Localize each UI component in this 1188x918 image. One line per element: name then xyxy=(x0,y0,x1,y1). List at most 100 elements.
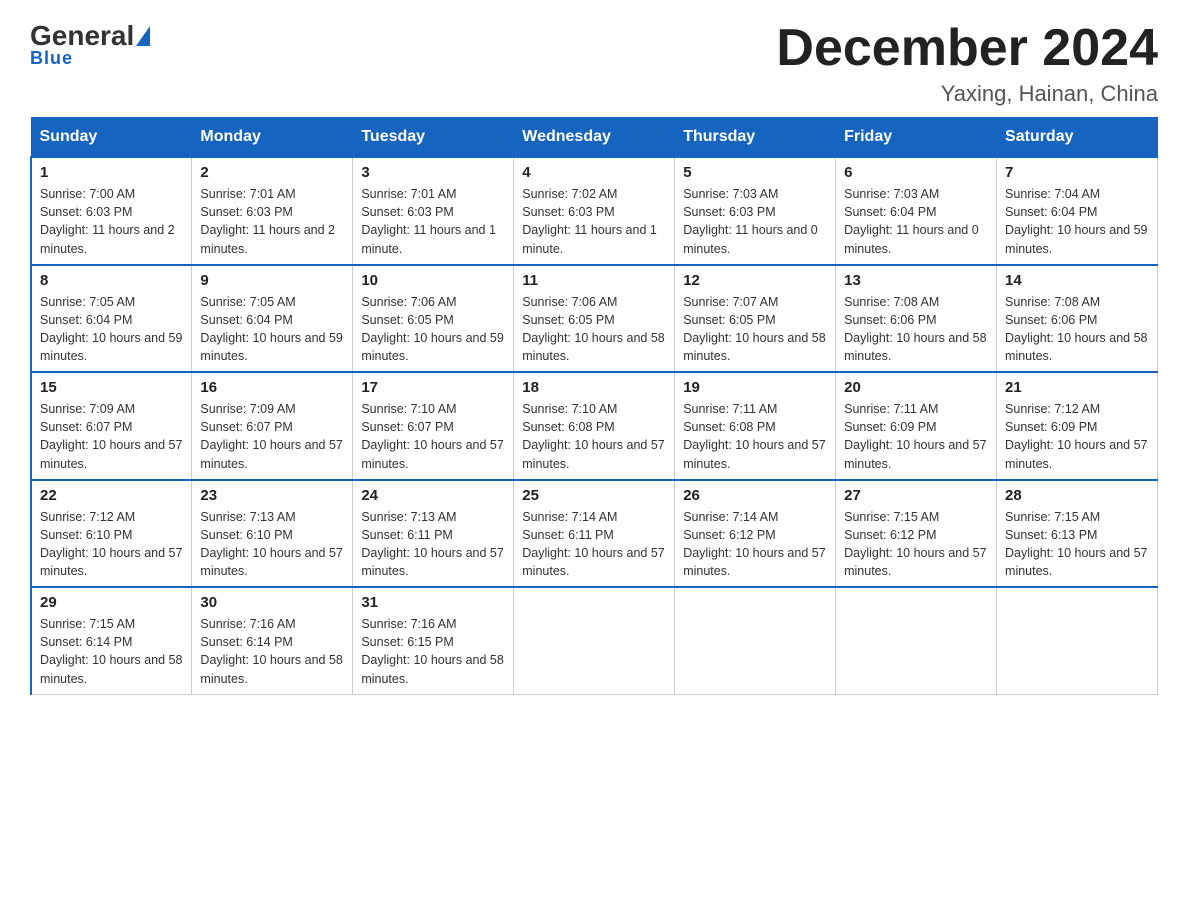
day-number: 28 xyxy=(1005,487,1149,504)
weekday-header-monday: Monday xyxy=(192,118,353,158)
day-info: Sunrise: 7:15 AMSunset: 6:12 PMDaylight:… xyxy=(844,508,988,581)
day-number: 20 xyxy=(844,379,988,396)
day-number: 17 xyxy=(361,379,505,396)
day-info: Sunrise: 7:02 AMSunset: 6:03 PMDaylight:… xyxy=(522,185,666,258)
calendar-cell xyxy=(514,587,675,694)
day-number: 14 xyxy=(1005,272,1149,289)
calendar-header: SundayMondayTuesdayWednesdayThursdayFrid… xyxy=(31,118,1158,158)
calendar-cell: 19Sunrise: 7:11 AMSunset: 6:08 PMDayligh… xyxy=(675,372,836,480)
calendar-cell: 20Sunrise: 7:11 AMSunset: 6:09 PMDayligh… xyxy=(836,372,997,480)
calendar-week-row: 22 Sunrise: 7:12 AMSunset: 6:10 PMDayligh… xyxy=(31,480,1158,588)
day-number: 5 xyxy=(683,164,827,181)
calendar-week-row: 8 Sunrise: 7:05 AMSunset: 6:04 PMDaylight… xyxy=(31,265,1158,373)
day-info: Sunrise: 7:10 AMSunset: 6:07 PMDaylight:… xyxy=(361,400,505,473)
calendar-cell: 16 Sunrise: 7:09 AMSunset: 6:07 PMDayligh… xyxy=(192,372,353,480)
weekday-header-saturday: Saturday xyxy=(997,118,1158,158)
calendar-cell: 24Sunrise: 7:13 AMSunset: 6:11 PMDayligh… xyxy=(353,480,514,588)
calendar-cell xyxy=(997,587,1158,694)
day-number: 30 xyxy=(200,594,344,611)
calendar-week-row: 29 Sunrise: 7:15 AMSunset: 6:14 PMDayligh… xyxy=(31,587,1158,694)
calendar-cell: 3 Sunrise: 7:01 AMSunset: 6:03 PMDaylight… xyxy=(353,157,514,265)
day-info: Sunrise: 7:06 AMSunset: 6:05 PMDaylight:… xyxy=(361,293,505,366)
day-number: 13 xyxy=(844,272,988,289)
day-number: 4 xyxy=(522,164,666,181)
day-info: Sunrise: 7:03 AMSunset: 6:03 PMDaylight:… xyxy=(683,185,827,258)
weekday-header-friday: Friday xyxy=(836,118,997,158)
calendar-cell: 12 Sunrise: 7:07 AMSunset: 6:05 PMDayligh… xyxy=(675,265,836,373)
location: Yaxing, Hainan, China xyxy=(776,81,1158,107)
day-number: 8 xyxy=(40,272,183,289)
weekday-header-wednesday: Wednesday xyxy=(514,118,675,158)
day-info: Sunrise: 7:12 AMSunset: 6:09 PMDaylight:… xyxy=(1005,400,1149,473)
calendar-cell: 27 Sunrise: 7:15 AMSunset: 6:12 PMDayligh… xyxy=(836,480,997,588)
weekday-header-sunday: Sunday xyxy=(31,118,192,158)
calendar-cell: 13 Sunrise: 7:08 AMSunset: 6:06 PMDayligh… xyxy=(836,265,997,373)
day-number: 10 xyxy=(361,272,505,289)
calendar-cell: 14 Sunrise: 7:08 AMSunset: 6:06 PMDayligh… xyxy=(997,265,1158,373)
calendar-cell: 30 Sunrise: 7:16 AMSunset: 6:14 PMDayligh… xyxy=(192,587,353,694)
calendar-table: SundayMondayTuesdayWednesdayThursdayFrid… xyxy=(30,117,1158,695)
day-number: 27 xyxy=(844,487,988,504)
day-number: 16 xyxy=(200,379,344,396)
day-number: 1 xyxy=(40,164,183,181)
day-info: Sunrise: 7:00 AMSunset: 6:03 PMDaylight:… xyxy=(40,185,183,258)
day-number: 6 xyxy=(844,164,988,181)
day-info: Sunrise: 7:12 AMSunset: 6:10 PMDaylight:… xyxy=(40,508,183,581)
calendar-cell: 11Sunrise: 7:06 AMSunset: 6:05 PMDayligh… xyxy=(514,265,675,373)
day-info: Sunrise: 7:05 AMSunset: 6:04 PMDaylight:… xyxy=(200,293,344,366)
calendar-cell: 4 Sunrise: 7:02 AMSunset: 6:03 PMDaylight… xyxy=(514,157,675,265)
title-block: December 2024 Yaxing, Hainan, China xyxy=(776,20,1158,107)
calendar-cell: 21 Sunrise: 7:12 AMSunset: 6:09 PMDayligh… xyxy=(997,372,1158,480)
day-number: 12 xyxy=(683,272,827,289)
day-number: 3 xyxy=(361,164,505,181)
day-number: 15 xyxy=(40,379,183,396)
day-info: Sunrise: 7:10 AMSunset: 6:08 PMDaylight:… xyxy=(522,400,666,473)
day-number: 31 xyxy=(361,594,505,611)
day-info: Sunrise: 7:16 AMSunset: 6:14 PMDaylight:… xyxy=(200,615,344,688)
logo: General Blue xyxy=(30,20,152,69)
day-info: Sunrise: 7:15 AMSunset: 6:14 PMDaylight:… xyxy=(40,615,183,688)
calendar-cell: 26 Sunrise: 7:14 AMSunset: 6:12 PMDayligh… xyxy=(675,480,836,588)
day-info: Sunrise: 7:08 AMSunset: 6:06 PMDaylight:… xyxy=(844,293,988,366)
calendar-week-row: 1 Sunrise: 7:00 AMSunset: 6:03 PMDaylight… xyxy=(31,157,1158,265)
day-number: 22 xyxy=(40,487,183,504)
page-header: General Blue December 2024 Yaxing, Haina… xyxy=(30,20,1158,107)
calendar-body: 1 Sunrise: 7:00 AMSunset: 6:03 PMDaylight… xyxy=(31,157,1158,694)
day-info: Sunrise: 7:09 AMSunset: 6:07 PMDaylight:… xyxy=(200,400,344,473)
day-number: 2 xyxy=(200,164,344,181)
day-info: Sunrise: 7:14 AMSunset: 6:12 PMDaylight:… xyxy=(683,508,827,581)
day-number: 29 xyxy=(40,594,183,611)
calendar-cell: 15 Sunrise: 7:09 AMSunset: 6:07 PMDayligh… xyxy=(31,372,192,480)
logo-triangle-icon xyxy=(136,26,150,46)
day-info: Sunrise: 7:13 AMSunset: 6:10 PMDaylight:… xyxy=(200,508,344,581)
day-number: 18 xyxy=(522,379,666,396)
calendar-cell: 7Sunrise: 7:04 AMSunset: 6:04 PMDaylight… xyxy=(997,157,1158,265)
day-number: 26 xyxy=(683,487,827,504)
day-info: Sunrise: 7:08 AMSunset: 6:06 PMDaylight:… xyxy=(1005,293,1149,366)
logo-blue: Blue xyxy=(30,48,73,69)
day-number: 7 xyxy=(1005,164,1149,181)
calendar-cell: 10 Sunrise: 7:06 AMSunset: 6:05 PMDayligh… xyxy=(353,265,514,373)
calendar-week-row: 15 Sunrise: 7:09 AMSunset: 6:07 PMDayligh… xyxy=(31,372,1158,480)
calendar-cell: 23 Sunrise: 7:13 AMSunset: 6:10 PMDayligh… xyxy=(192,480,353,588)
day-info: Sunrise: 7:05 AMSunset: 6:04 PMDaylight:… xyxy=(40,293,183,366)
day-info: Sunrise: 7:15 AMSunset: 6:13 PMDaylight:… xyxy=(1005,508,1149,581)
calendar-cell: 25Sunrise: 7:14 AMSunset: 6:11 PMDayligh… xyxy=(514,480,675,588)
calendar-cell: 8 Sunrise: 7:05 AMSunset: 6:04 PMDaylight… xyxy=(31,265,192,373)
day-info: Sunrise: 7:01 AMSunset: 6:03 PMDaylight:… xyxy=(361,185,505,258)
calendar-cell: 18 Sunrise: 7:10 AMSunset: 6:08 PMDayligh… xyxy=(514,372,675,480)
calendar-cell xyxy=(675,587,836,694)
day-info: Sunrise: 7:13 AMSunset: 6:11 PMDaylight:… xyxy=(361,508,505,581)
day-number: 21 xyxy=(1005,379,1149,396)
calendar-cell: 17 Sunrise: 7:10 AMSunset: 6:07 PMDayligh… xyxy=(353,372,514,480)
weekday-header-row: SundayMondayTuesdayWednesdayThursdayFrid… xyxy=(31,118,1158,158)
day-number: 25 xyxy=(522,487,666,504)
calendar-cell: 5 Sunrise: 7:03 AMSunset: 6:03 PMDaylight… xyxy=(675,157,836,265)
day-info: Sunrise: 7:07 AMSunset: 6:05 PMDaylight:… xyxy=(683,293,827,366)
day-number: 23 xyxy=(200,487,344,504)
day-info: Sunrise: 7:09 AMSunset: 6:07 PMDaylight:… xyxy=(40,400,183,473)
calendar-cell: 31Sunrise: 7:16 AMSunset: 6:15 PMDayligh… xyxy=(353,587,514,694)
weekday-header-tuesday: Tuesday xyxy=(353,118,514,158)
day-info: Sunrise: 7:03 AMSunset: 6:04 PMDaylight:… xyxy=(844,185,988,258)
month-title: December 2024 xyxy=(776,20,1158,77)
